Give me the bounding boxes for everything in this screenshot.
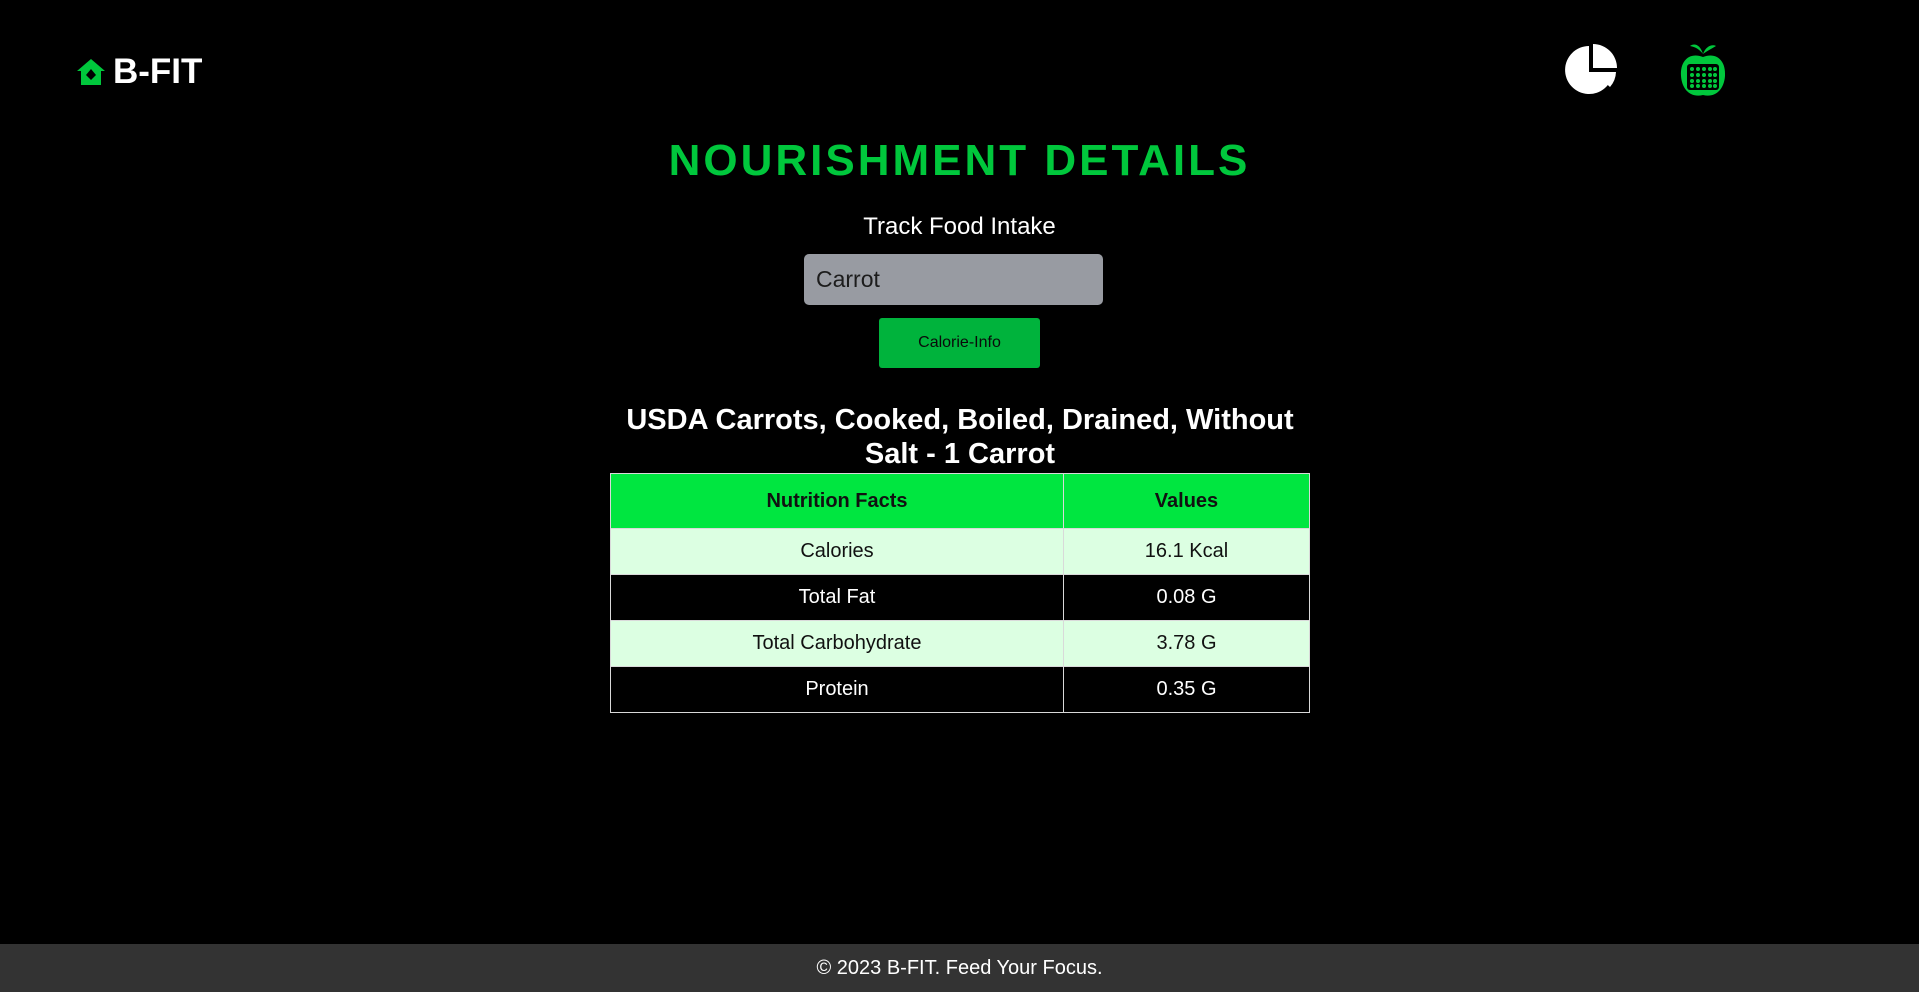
page-title: NOURISHMENT DETAILS (668, 136, 1251, 185)
table-row: Total Fat 0.08 G (610, 574, 1310, 621)
nutrition-value-cell: 16.1 Kcal (1063, 528, 1310, 575)
brand-home-link[interactable]: B-FIT (75, 52, 202, 92)
nutrition-fact-cell: Total Fat (610, 574, 1064, 621)
column-header-nutrition-facts: Nutrition Facts (610, 473, 1064, 529)
table-row: Protein 0.35 G (610, 666, 1310, 713)
track-food-label: Track Food Intake (863, 213, 1056, 240)
calorie-info-button[interactable]: Calorie-Info (879, 318, 1040, 368)
nutrition-fact-cell: Total Carbohydrate (610, 620, 1064, 667)
brand-name: B-FIT (113, 52, 203, 91)
table-header-row: Nutrition Facts Values (610, 473, 1310, 529)
footer-copyright: © 2023 B-FIT. Feed Your Focus. (816, 956, 1103, 979)
nutrition-value-cell: 0.35 G (1063, 666, 1310, 713)
home-icon (75, 56, 107, 88)
footer: © 2023 B-FIT. Feed Your Focus. (0, 944, 1919, 992)
column-header-values: Values (1063, 473, 1310, 529)
nutrition-value-cell: 3.78 G (1063, 620, 1310, 667)
food-search-input[interactable] (804, 254, 1103, 305)
nutrition-fact-cell: Protein (610, 666, 1064, 713)
apple-calculator-icon[interactable] (1678, 40, 1728, 100)
nutrition-value-cell: 0.08 G (1063, 574, 1310, 621)
nutrition-fact-cell: Calories (610, 528, 1064, 575)
food-heading: USDA Carrots, Cooked, Boiled, Drained, W… (626, 404, 1294, 470)
table-row: Total Carbohydrate 3.78 G (610, 620, 1310, 667)
table-row: Calories 16.1 Kcal (610, 528, 1310, 575)
nutrition-table: Nutrition Facts Values Calories 16.1 Kca… (610, 473, 1310, 713)
page: B-FIT NOURISHMENT DETAILS Track Food Int… (0, 0, 1919, 992)
pie-chart-icon[interactable] (1563, 42, 1619, 98)
